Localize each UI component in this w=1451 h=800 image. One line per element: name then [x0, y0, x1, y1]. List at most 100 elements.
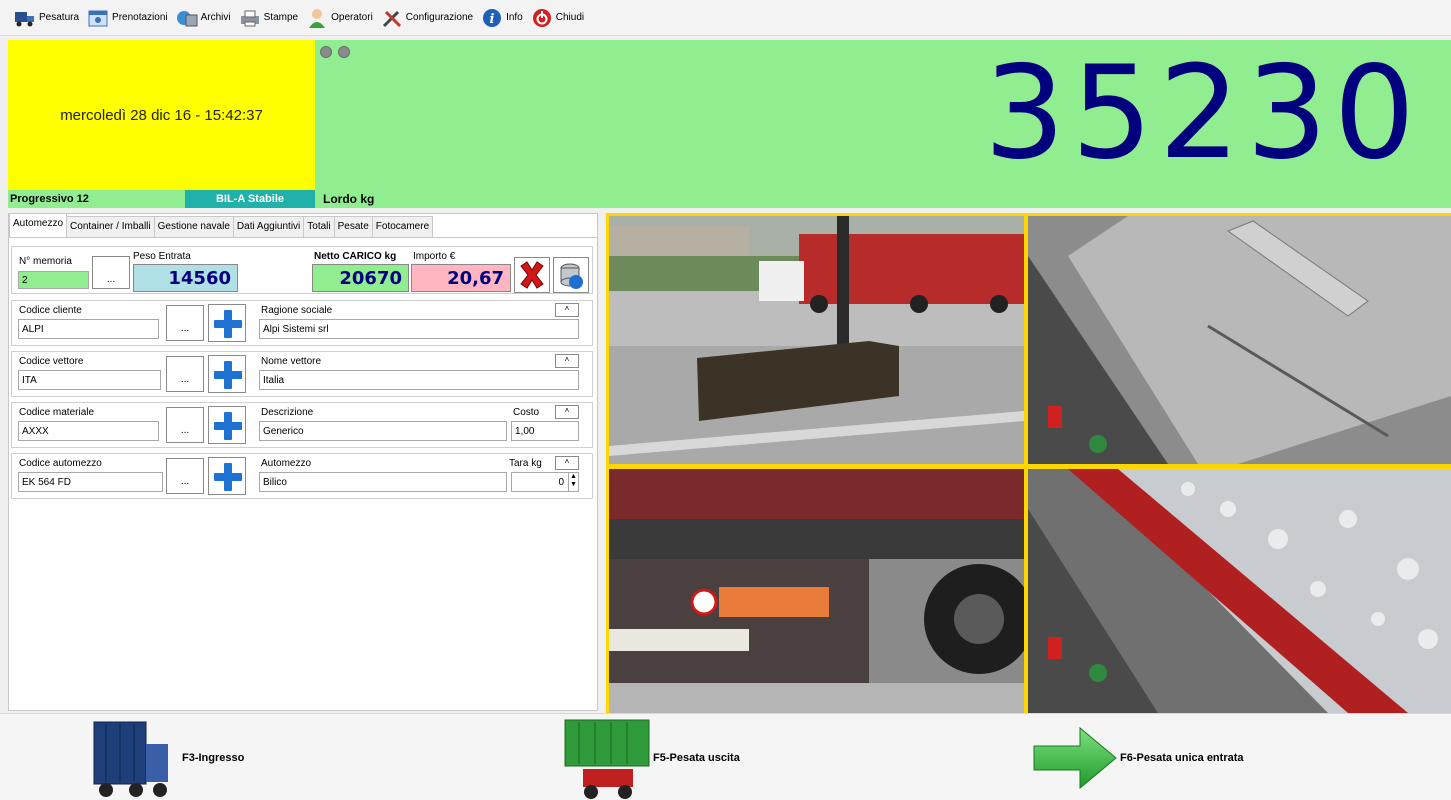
tab-dati-aggiuntivi[interactable]: Dati Aggiuntivi: [232, 216, 305, 237]
tab-fotocamere[interactable]: Fotocamere: [371, 216, 434, 237]
descrizione-field[interactable]: Generico: [259, 421, 507, 441]
user-icon: [306, 7, 328, 29]
camera-feed-1[interactable]: [609, 216, 1024, 464]
automezzo-box: Codice automezzo EK 564 FD ... Automezzo…: [11, 453, 593, 499]
camera-grid: [606, 213, 1451, 713]
memoria-lookup-button[interactable]: ...: [92, 256, 130, 289]
f5-pesata-uscita-button[interactable]: F5-Pesata uscita: [563, 714, 740, 800]
datetime-text: mercoledì 28 dic 16 - 15:42:37: [60, 106, 263, 124]
toolbar-operatori[interactable]: Operatori: [306, 3, 373, 33]
f6-pesata-unica-entrata-label: F6-Pesata unica entrata: [1120, 751, 1244, 764]
vettore-lookup-button[interactable]: ...: [166, 356, 204, 392]
codice-materiale-label: Codice materiale: [19, 407, 95, 418]
tab-container-imballi[interactable]: Container / Imballi: [66, 216, 155, 237]
codice-automezzo-label: Codice automezzo: [19, 458, 102, 469]
tara-spinner[interactable]: ▲ ▼: [568, 473, 578, 491]
toolbar-info[interactable]: i Info: [481, 3, 523, 33]
tab-pesate[interactable]: Pesate: [333, 216, 373, 237]
weight-summary-box: N° memoria 2 ... Peso Entrata 14560 Nett…: [11, 246, 593, 294]
lordo-label: Lordo kg: [315, 190, 1451, 208]
tab-totali[interactable]: Totali: [303, 216, 335, 237]
netto-field: 20670: [312, 264, 409, 292]
add-cliente-button[interactable]: [208, 304, 246, 342]
main-toolbar: Pesatura Prenotazioni Archivi Stampe Ope…: [0, 0, 1451, 36]
f3-ingresso-button[interactable]: F3-Ingresso: [92, 714, 244, 800]
toolbar-operatori-label: Operatori: [331, 12, 373, 23]
container-handler-icon: [564, 719, 650, 799]
costo-field[interactable]: 1,00: [511, 421, 579, 441]
add-materiale-button[interactable]: [208, 406, 246, 444]
camera-feed-4[interactable]: [1028, 469, 1451, 713]
toolbar-info-label: Info: [506, 12, 523, 23]
nome-vettore-label: Nome vettore: [261, 356, 322, 367]
nome-vettore-field[interactable]: Italia: [259, 370, 579, 390]
toolbar-prenotazioni[interactable]: Prenotazioni: [87, 3, 168, 33]
camera-feed-2[interactable]: [1028, 216, 1451, 464]
printer-icon: [239, 7, 261, 29]
costo-label: Costo: [513, 407, 540, 418]
materiale-expand-button[interactable]: ˄: [555, 405, 579, 419]
cliente-expand-button[interactable]: ˄: [555, 303, 579, 317]
calendar-icon: [87, 7, 109, 29]
toolbar-pesatura[interactable]: Pesatura: [14, 3, 79, 33]
automezzo-lookup-button[interactable]: ...: [166, 458, 204, 494]
toolbar-archivi[interactable]: Archivi: [176, 3, 231, 33]
codice-vettore-field[interactable]: ITA: [18, 370, 161, 390]
toolbar-chiudi[interactable]: Chiudi: [531, 3, 584, 33]
automezzo-field[interactable]: Bilico: [259, 472, 507, 492]
ragione-sociale-field[interactable]: Alpi Sistemi srl: [259, 319, 579, 339]
archive-icon: [176, 7, 198, 29]
codice-vettore-label: Codice vettore: [19, 356, 84, 367]
f5-pesata-uscita-label: F5-Pesata uscita: [653, 751, 740, 764]
tools-icon: [381, 7, 403, 29]
toolbar-configurazione[interactable]: Configurazione: [381, 3, 473, 33]
codice-materiale-field[interactable]: AXXX: [18, 421, 159, 441]
database-button[interactable]: [553, 257, 589, 293]
tab-bar: Automezzo Container / Imballi Gestione n…: [9, 213, 597, 238]
svg-text:i: i: [490, 12, 495, 27]
function-bar: F3-Ingresso F5-Pesata uscita F6-Pesata u…: [0, 713, 1451, 800]
form-panel: Automezzo Container / Imballi Gestione n…: [8, 213, 598, 711]
delete-x-icon: [520, 261, 544, 289]
memoria-field[interactable]: 2: [18, 271, 89, 289]
info-icon: i: [481, 7, 503, 29]
datetime-panel: mercoledì 28 dic 16 - 15:42:37: [8, 40, 315, 190]
toolbar-prenotazioni-label: Prenotazioni: [112, 12, 168, 23]
codice-automezzo-field[interactable]: EK 564 FD: [18, 472, 163, 492]
materiale-lookup-button[interactable]: ...: [166, 407, 204, 443]
delete-button[interactable]: [514, 257, 550, 293]
automezzo-label: Automezzo: [261, 458, 312, 469]
weight-readout: 35230: [983, 39, 1421, 188]
codice-cliente-field[interactable]: ALPI: [18, 319, 159, 339]
importo-label: Importo €: [413, 251, 456, 262]
cliente-lookup-button[interactable]: ...: [166, 305, 204, 341]
vettore-box: Codice vettore ITA ... Nome vettore Ital…: [11, 351, 593, 397]
codice-cliente-label: Codice cliente: [19, 305, 82, 316]
status-strip: Progressivo 12 BIL-A Stabile Lordo kg: [8, 190, 1451, 208]
f6-pesata-unica-entrata-button[interactable]: F6-Pesata unica entrata: [1032, 714, 1244, 800]
add-vettore-button[interactable]: [208, 355, 246, 393]
importo-field: 20,67: [411, 264, 511, 292]
tab-automezzo[interactable]: Automezzo: [9, 213, 68, 237]
truck-container-icon: [93, 721, 168, 797]
progressivo-label: Progressivo 12: [8, 190, 185, 208]
peso-entrata-label: Peso Entrata: [133, 251, 191, 262]
toolbar-archivi-label: Archivi: [200, 12, 231, 23]
toolbar-stampe[interactable]: Stampe: [239, 3, 298, 33]
camera-feed-3[interactable]: [609, 469, 1024, 713]
status-led-2: [338, 46, 350, 58]
bil-status-badge: BIL-A Stabile: [185, 190, 315, 208]
database-icon: [560, 263, 583, 289]
cliente-box: Codice cliente ALPI ... Ragione sociale …: [11, 300, 593, 346]
vettore-expand-button[interactable]: ˄: [555, 354, 579, 368]
weight-display-panel: 35230: [315, 40, 1451, 190]
netto-label: Netto CARICO kg: [314, 251, 397, 262]
materiale-box: Codice materiale AXXX ... Descrizione Ge…: [11, 402, 593, 448]
add-automezzo-button[interactable]: [208, 457, 246, 495]
ragione-sociale-label: Ragione sociale: [261, 305, 333, 316]
automezzo-expand-button[interactable]: ˄: [555, 456, 579, 470]
arrow-right-icon: [1033, 726, 1117, 790]
tab-gestione-navale[interactable]: Gestione navale: [153, 216, 234, 237]
toolbar-pesatura-label: Pesatura: [39, 12, 80, 23]
toolbar-stampe-label: Stampe: [263, 12, 299, 23]
